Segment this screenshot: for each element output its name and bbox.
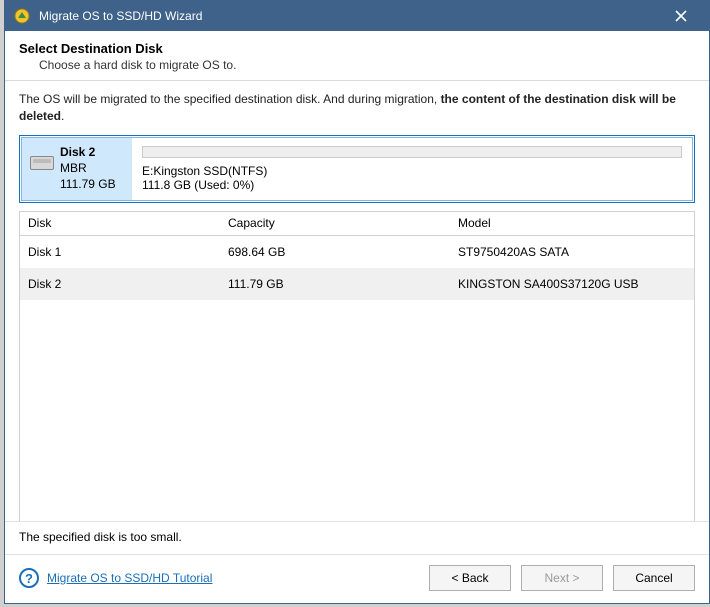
usage-bar xyxy=(142,146,682,158)
selected-disk-details: E:Kingston SSD(NTFS) 111.8 GB (Used: 0%) xyxy=(132,138,692,200)
table-row[interactable]: Disk 1 698.64 GB ST9750420AS SATA xyxy=(20,236,694,268)
content-area: Select Destination Disk Choose a hard di… xyxy=(5,31,709,603)
titlebar: Migrate OS to SSD/HD Wizard xyxy=(5,1,709,31)
close-button[interactable] xyxy=(661,1,701,31)
partition-label: E:Kingston SSD(NTFS) xyxy=(142,164,682,178)
col-header-capacity[interactable]: Capacity xyxy=(220,216,450,230)
wizard-window: Migrate OS to SSD/HD Wizard Select Desti… xyxy=(4,0,710,604)
table-row[interactable]: Disk 2 111.79 GB KINGSTON SA400S37120G U… xyxy=(20,268,694,300)
page-subtitle: Choose a hard disk to migrate OS to. xyxy=(19,56,695,72)
selected-disk-panel: Disk 2 MBR 111.79 GB E:Kingston SSD(NTFS… xyxy=(19,135,695,203)
col-header-model[interactable]: Model xyxy=(450,216,694,230)
disk-table: Disk Capacity Model Disk 1 698.64 GB ST9… xyxy=(19,211,695,521)
warning-prefix: The OS will be migrated to the specified… xyxy=(19,92,441,106)
selected-disk-scheme: MBR xyxy=(60,160,116,176)
cell-capacity: 698.64 GB xyxy=(220,245,450,259)
warning-suffix: . xyxy=(61,109,64,123)
partition-usage: 111.8 GB (Used: 0%) xyxy=(142,178,682,192)
col-header-disk[interactable]: Disk xyxy=(20,216,220,230)
cell-model: KINGSTON SA400S37120G USB xyxy=(450,277,694,291)
header-section: Select Destination Disk Choose a hard di… xyxy=(5,31,709,81)
cell-disk: Disk 1 xyxy=(20,245,220,259)
next-button[interactable]: Next > xyxy=(521,565,603,591)
window-title: Migrate OS to SSD/HD Wizard xyxy=(39,9,661,23)
button-row: < Back Next > Cancel xyxy=(429,565,695,591)
disk-icon xyxy=(30,156,54,170)
selected-disk-size: 111.79 GB xyxy=(60,176,116,192)
cell-model: ST9750420AS SATA xyxy=(450,245,694,259)
selected-disk-summary: Disk 2 MBR 111.79 GB xyxy=(22,138,132,200)
back-button[interactable]: < Back xyxy=(429,565,511,591)
close-icon xyxy=(675,10,687,22)
selected-disk-info: Disk 2 MBR 111.79 GB xyxy=(60,144,116,193)
table-body: Disk 1 698.64 GB ST9750420AS SATA Disk 2… xyxy=(20,236,694,521)
footer: ? Migrate OS to SSD/HD Tutorial < Back N… xyxy=(5,555,709,603)
help-icon: ? xyxy=(19,568,39,588)
selected-disk-inner: Disk 2 MBR 111.79 GB E:Kingston SSD(NTFS… xyxy=(21,137,693,201)
app-icon xyxy=(13,7,31,25)
cell-disk: Disk 2 xyxy=(20,277,220,291)
cell-capacity: 111.79 GB xyxy=(220,277,450,291)
selected-disk-name: Disk 2 xyxy=(60,144,116,160)
page-title: Select Destination Disk xyxy=(19,41,695,56)
tutorial-link[interactable]: Migrate OS to SSD/HD Tutorial xyxy=(47,571,212,585)
cancel-button[interactable]: Cancel xyxy=(613,565,695,591)
table-header: Disk Capacity Model xyxy=(20,212,694,236)
status-message: The specified disk is too small. xyxy=(5,521,709,555)
warning-text: The OS will be migrated to the specified… xyxy=(5,81,709,133)
help-area: ? Migrate OS to SSD/HD Tutorial xyxy=(19,568,429,588)
